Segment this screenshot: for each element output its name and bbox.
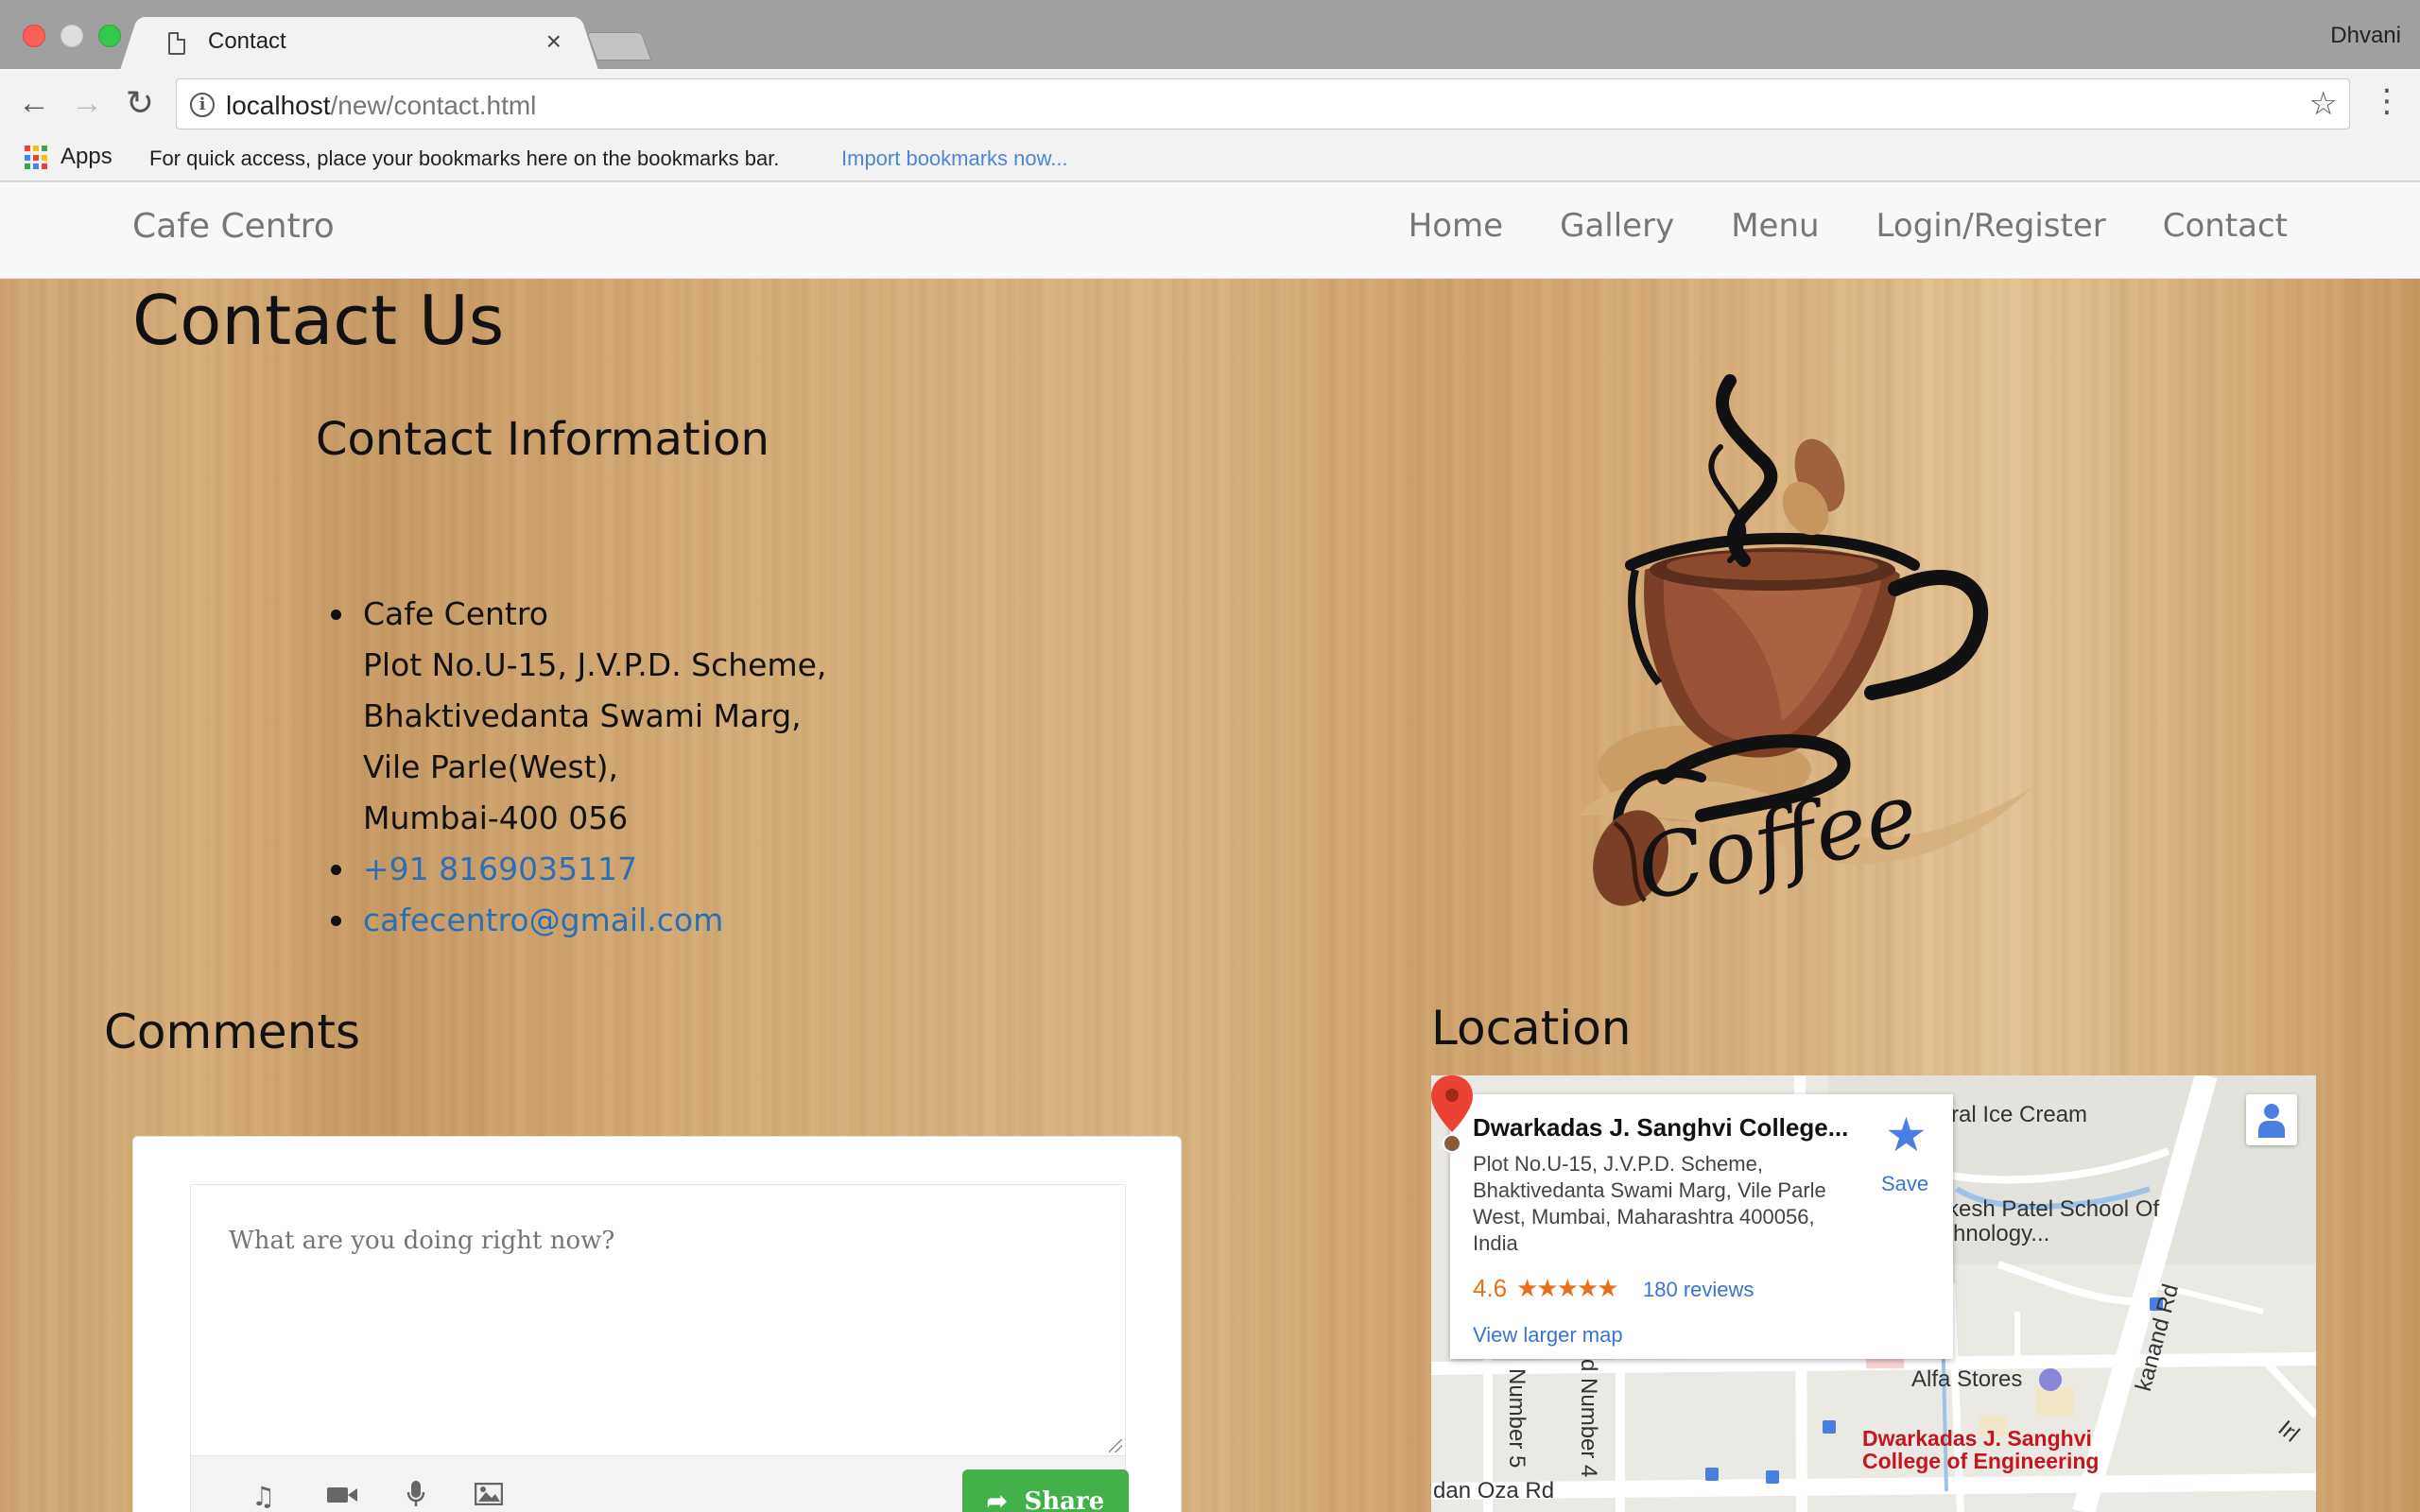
location-map[interactable]: ral Ice Cream kesh Patel School Of hnolo… [1431, 1075, 2316, 1512]
address-bar[interactable]: i localhost/new/contact.html ☆ [176, 78, 2350, 129]
page-content: Cafe Centro Home Gallery Menu Login/Regi… [0, 182, 2420, 1512]
mic-icon[interactable] [406, 1481, 425, 1512]
view-larger-map-link[interactable]: View larger map [1473, 1323, 1623, 1348]
address-line: Cafe Centro [363, 595, 548, 632]
map-pin-icon[interactable] [1431, 1075, 1473, 1153]
map-label-road-4: d Number 4 [1576, 1359, 1601, 1478]
pin-label-line: College of Engineering [1862, 1449, 2100, 1473]
nav-home[interactable]: Home [1409, 207, 1503, 245]
browser-tab[interactable]: Contact × [142, 17, 577, 71]
profile-name[interactable]: Dhvani [2330, 23, 2401, 49]
comments-heading: Comments [104, 1005, 361, 1059]
phone-link[interactable]: +91 8169035117 [363, 850, 637, 887]
map-label-alfa-stores: Alfa Stores [1911, 1366, 2023, 1392]
address-line: Bhaktivedanta Swami Marg, [363, 697, 802, 734]
resize-handle[interactable] [1109, 1439, 1122, 1452]
import-bookmarks-link[interactable]: Import bookmarks now... [841, 146, 1068, 171]
comment-input[interactable] [191, 1185, 1125, 1455]
comment-card: ♫ ➦ Share [132, 1136, 1182, 1512]
map-label-ice-cream: ral Ice Cream [1951, 1102, 2088, 1127]
comment-toolbar: ♫ ➦ Share [190, 1456, 1129, 1512]
share-label: Share [1024, 1487, 1105, 1512]
contact-info-heading: Contact Information [316, 413, 769, 466]
map-label-oza-rd: dan Oza Rd [1433, 1478, 1555, 1503]
tab-close-icon[interactable]: × [546, 26, 562, 57]
tab-title: Contact [208, 28, 286, 54]
map-label-road-5: Number 5 [1504, 1368, 1530, 1469]
info-icon[interactable]: i [190, 93, 215, 117]
place-info-card: Dwarkadas J. Sanghvi College... Plot No.… [1450, 1094, 1953, 1359]
nav-menu[interactable]: Menu [1731, 207, 1819, 245]
place-address: Plot No.U-15, J.V.P.D. Scheme, Bhaktived… [1473, 1152, 1826, 1255]
nav-contact[interactable]: Contact [2163, 207, 2288, 245]
apps-grid-icon[interactable] [25, 146, 49, 170]
image-icon[interactable] [474, 1481, 504, 1512]
reload-icon[interactable]: ↻ [119, 82, 161, 124]
window-close-button[interactable] [23, 25, 45, 47]
window-maximize-button[interactable] [98, 25, 121, 47]
save-star-icon[interactable]: ★ [1885, 1108, 1927, 1162]
back-arrow-icon[interactable]: ← [13, 82, 55, 124]
address-item: Cafe Centro Plot No.U-15, J.V.P.D. Schem… [330, 589, 827, 844]
bookmarks-hint: For quick access, place your bookmarks h… [149, 146, 780, 170]
phone-item: +91 8169035117 [330, 844, 826, 895]
url-path: /new/contact.html [330, 91, 537, 120]
share-button[interactable]: ➦ Share [962, 1469, 1129, 1512]
site-brand[interactable]: Cafe Centro [132, 207, 335, 246]
music-icon[interactable]: ♫ [251, 1481, 275, 1512]
pin-label-line: Dwarkadas J. Sanghvi [1862, 1426, 2092, 1451]
apps-label[interactable]: Apps [60, 144, 112, 170]
forward-arrow-icon[interactable]: → [66, 82, 108, 124]
map-label-school: kesh Patel School Of [1947, 1196, 2160, 1222]
browser-menu-icon[interactable]: ⋮ [2371, 80, 2403, 122]
window-minimize-button[interactable] [60, 25, 83, 47]
save-button[interactable]: Save [1881, 1172, 1928, 1196]
pin-label: Dwarkadas J. Sanghvi College of Engineer… [1862, 1427, 2099, 1472]
video-icon[interactable] [327, 1481, 357, 1512]
reviews-link[interactable]: 180 reviews [1643, 1278, 1754, 1302]
place-rating: 4.6 [1473, 1274, 1508, 1302]
comment-box [190, 1184, 1126, 1456]
page-icon [168, 32, 185, 55]
address-line: Mumbai-400 056 [363, 799, 629, 836]
browser-tab-bar: Contact × Dhvani [0, 0, 2420, 71]
url-host: localhost [226, 91, 331, 120]
coffee-cup-logo: Coffee [1579, 374, 2032, 921]
browser-toolbar: ← → ↻ i localhost/new/contact.html ☆ ⋮ [0, 69, 2420, 138]
bookmark-star-icon[interactable]: ☆ [2309, 85, 2338, 123]
map-label-school-2: hnology... [1953, 1221, 2050, 1246]
site-navbar: Cafe Centro Home Gallery Menu Login/Regi… [0, 182, 2420, 279]
street-view-pegman-icon[interactable] [2246, 1094, 2297, 1145]
nav-login-register[interactable]: Login/Register [1876, 207, 2106, 245]
page-title: Contact Us [132, 281, 505, 360]
new-tab-button[interactable] [586, 32, 652, 60]
address-line: Vile Parle(West), [363, 748, 619, 785]
place-name[interactable]: Dwarkadas J. Sanghvi College... [1473, 1113, 1848, 1143]
url-text[interactable]: localhost/new/contact.html [226, 91, 536, 121]
email-item: cafecentro@gmail.com [330, 895, 826, 946]
rating-stars-icon: ★★★★★ [1516, 1274, 1619, 1302]
share-icon: ➦ [986, 1487, 1008, 1512]
nav-links: Home Gallery Menu Login/Register Contact [1352, 207, 2288, 245]
email-link[interactable]: cafecentro@gmail.com [363, 902, 723, 938]
contact-list: Cafe Centro Plot No.U-15, J.V.P.D. Schem… [330, 589, 827, 946]
nav-gallery[interactable]: Gallery [1560, 207, 1674, 245]
address-line: Plot No.U-15, J.V.P.D. Scheme, [363, 646, 827, 683]
bookmarks-bar: Apps For quick access, place your bookma… [0, 138, 2420, 181]
location-heading: Location [1431, 1001, 1632, 1056]
